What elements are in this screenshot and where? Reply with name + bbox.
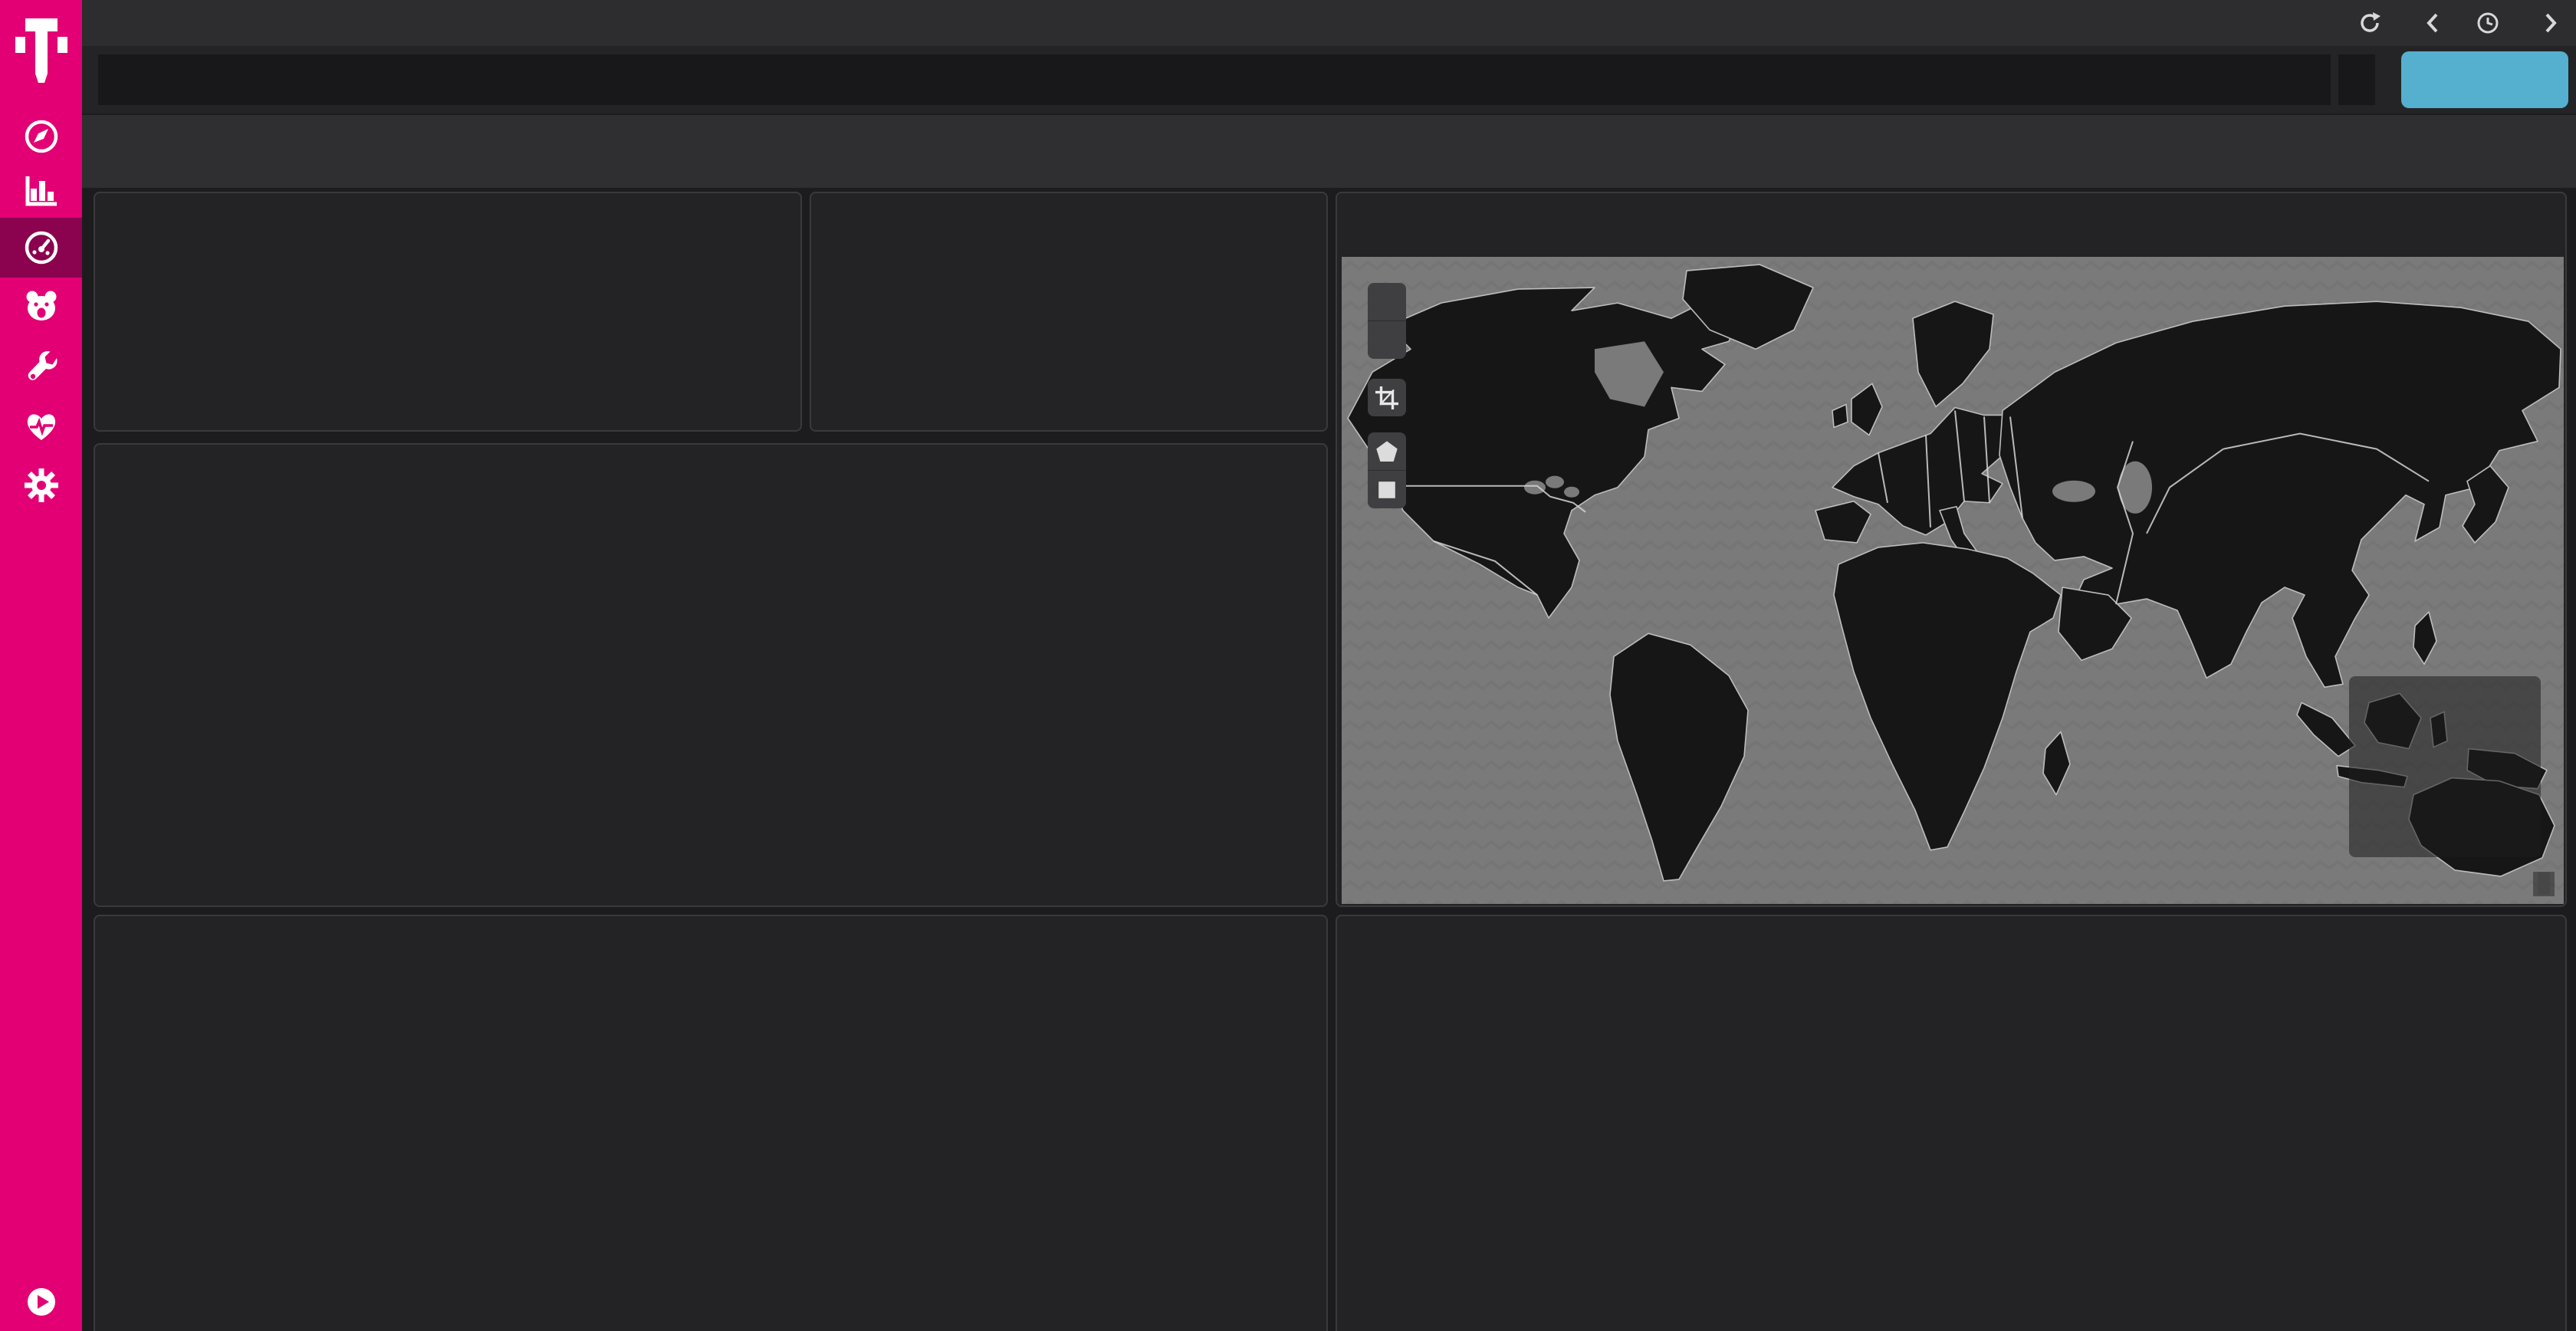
osm-link[interactable] <box>2538 873 2544 895</box>
query-bar <box>82 46 2576 113</box>
country-area-chart[interactable] <box>1337 916 2565 1331</box>
wrench-icon <box>23 348 60 385</box>
attacks-bar-chart[interactable] <box>95 193 800 430</box>
time-forward-button[interactable] <box>2542 12 2559 35</box>
add-filter-button[interactable] <box>104 139 110 165</box>
map-draw-polygon-button[interactable] <box>1368 432 1406 470</box>
map-count-legend <box>2349 676 2541 857</box>
sidebar-item-honeypot[interactable] <box>0 277 82 337</box>
filter-bar <box>82 113 2576 188</box>
breadcrumb <box>98 11 117 36</box>
elastic-maps-link[interactable] <box>2544 873 2550 895</box>
chevron-right-icon <box>2542 12 2559 35</box>
tmobile-t-icon <box>14 17 69 94</box>
panel-heralding-attack-map <box>1336 192 2567 907</box>
refresh-cycle-icon <box>2358 12 2381 35</box>
map-draw-rectangle-button[interactable] <box>1368 470 1406 508</box>
tmobile-logo[interactable] <box>0 17 82 94</box>
gauge-icon <box>23 229 60 266</box>
panel-heralding-attacks-histogram <box>94 443 1328 907</box>
map-zoom-controls <box>1368 283 1406 359</box>
sidebar-item-monitoring[interactable] <box>0 396 82 456</box>
protocols-bar-chart[interactable] <box>95 916 1326 1331</box>
chevron-left-icon <box>2424 12 2441 35</box>
sidebar-collapse-button[interactable] <box>0 1287 82 1317</box>
sidebar-item-dev-tools[interactable] <box>0 337 82 396</box>
map-draw-controls <box>1368 432 1406 508</box>
sidebar-item-visualize[interactable] <box>0 160 82 220</box>
map-fit-control <box>1368 379 1406 416</box>
attacks-line-chart[interactable] <box>95 445 1326 905</box>
clock-icon <box>2476 12 2499 35</box>
panel-heralding-attacks-metric <box>810 192 1328 432</box>
map-fit-data-button[interactable] <box>1368 379 1406 416</box>
panel-heralding-protocols-histogram <box>94 915 1328 1331</box>
top-navbar <box>82 0 2576 46</box>
play-circle-icon <box>26 1287 57 1317</box>
gear-icon <box>23 467 60 504</box>
sidebar-item-discover[interactable] <box>0 107 82 166</box>
bear-icon <box>22 288 61 325</box>
sidebar <box>0 0 82 1331</box>
heartbeat-icon <box>23 408 60 445</box>
crop-icon <box>1373 384 1401 412</box>
panel-heralding-attacks-bar <box>94 192 802 432</box>
world-map[interactable] <box>1342 257 2564 904</box>
search-input[interactable] <box>129 66 2331 94</box>
compass-icon <box>23 118 60 155</box>
sidebar-item-dashboard[interactable] <box>0 218 82 278</box>
auto-refresh-button[interactable] <box>2358 12 2389 35</box>
rectangle-icon <box>1373 476 1401 504</box>
search-input-container <box>98 54 2331 105</box>
query-options-link[interactable] <box>2338 54 2375 105</box>
sidebar-item-management[interactable] <box>0 455 82 515</box>
map-zoom-in-button[interactable] <box>1368 283 1406 320</box>
panel-attacks-by-country-histogram <box>1336 915 2567 1331</box>
time-range-button[interactable] <box>2476 12 2507 35</box>
time-back-button[interactable] <box>2424 12 2441 35</box>
bar-chart-icon <box>23 172 60 209</box>
polygon-icon <box>1373 438 1401 465</box>
map-zoom-out-button[interactable] <box>1368 320 1406 359</box>
map-attribution <box>2533 872 2555 896</box>
refresh-button[interactable] <box>2401 51 2568 108</box>
kibana-dashboard <box>0 0 2576 1331</box>
